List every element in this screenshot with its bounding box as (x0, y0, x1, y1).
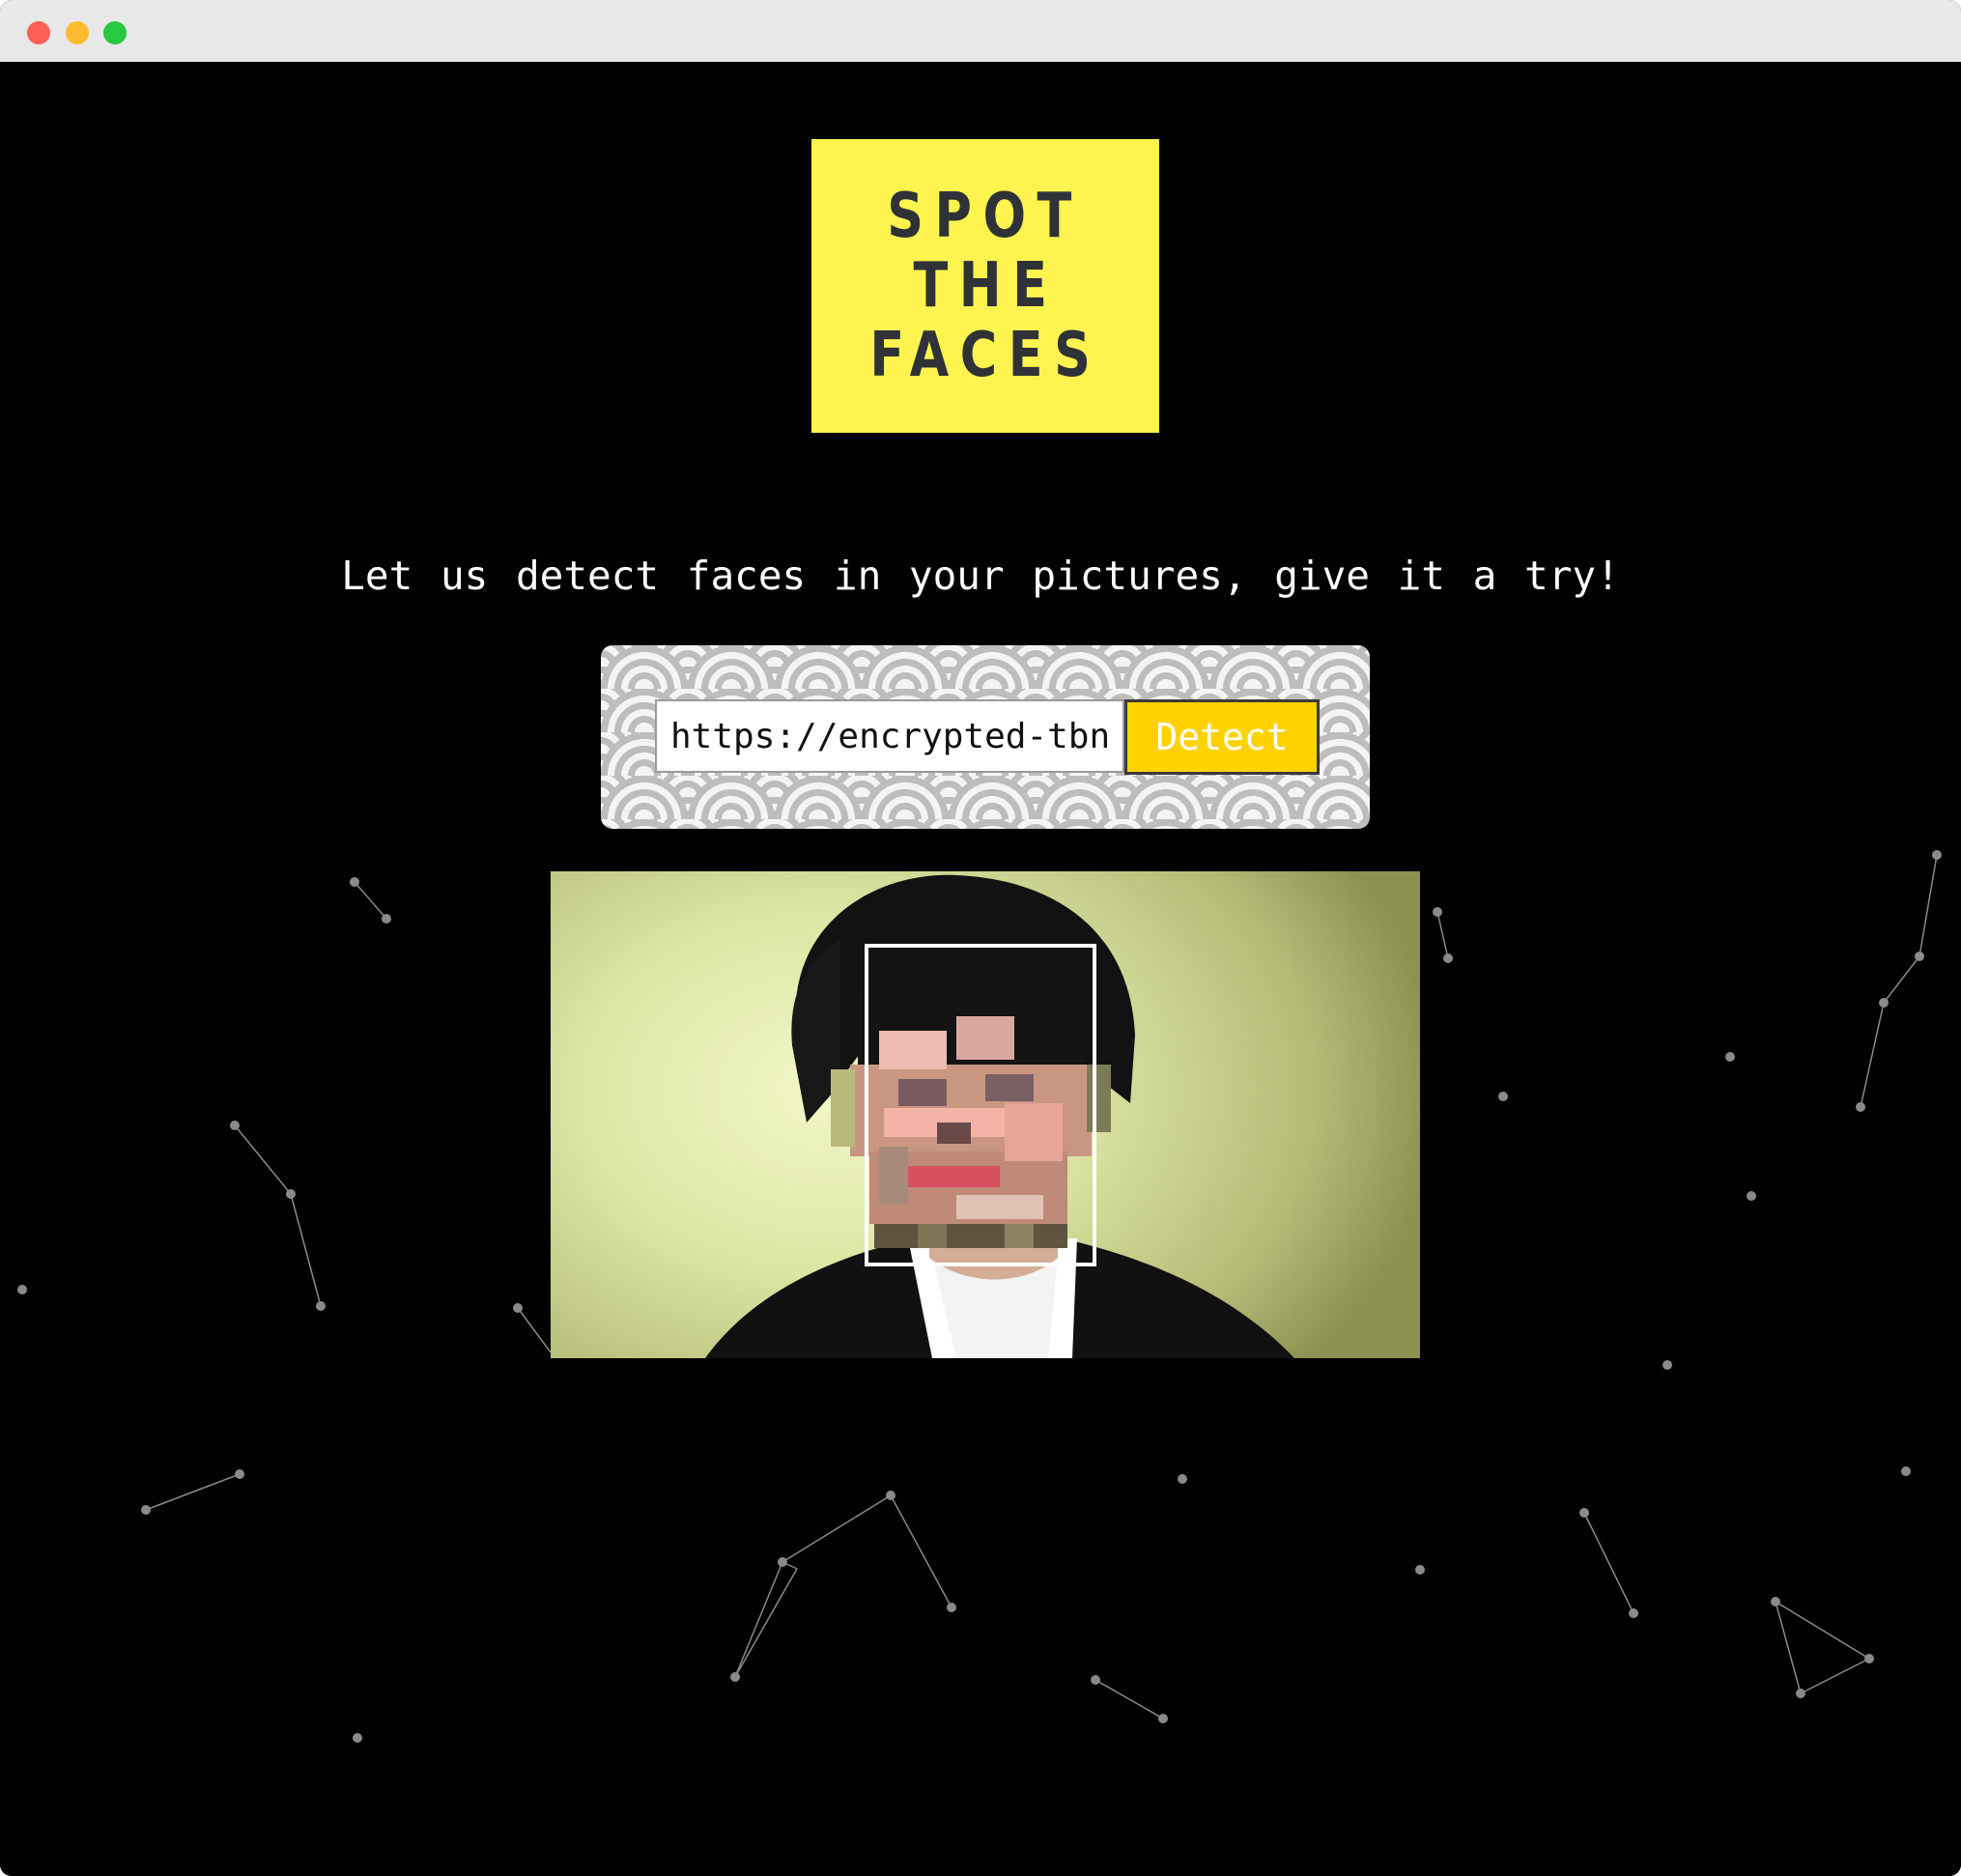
detect-form: Detect (601, 645, 1370, 829)
constellation-line (1436, 911, 1449, 959)
constellation-line (1583, 1512, 1634, 1614)
maximize-window-button[interactable] (103, 21, 127, 44)
star-dot (1091, 1675, 1100, 1685)
logo-line-1: SPOT (887, 181, 1084, 252)
constellation-line (354, 881, 387, 920)
star-dot (1579, 1508, 1589, 1518)
star-dot (1498, 1092, 1508, 1101)
star-dot (947, 1603, 956, 1612)
star-dot (1415, 1565, 1425, 1575)
star-dot (1864, 1654, 1874, 1663)
logo-line-3: FACES (868, 320, 1102, 391)
image-url-input[interactable] (655, 699, 1124, 773)
constellation-line (1094, 1679, 1164, 1720)
site-logo: SPOT THE FACES (811, 139, 1159, 433)
star-dot (1901, 1466, 1911, 1476)
constellation-line (1918, 854, 1938, 957)
logo-line-2: THE (912, 250, 1059, 322)
star-dot (1433, 907, 1442, 917)
tagline: Let us detect faces in your pictures, gi… (341, 553, 1620, 599)
close-window-button[interactable] (27, 21, 50, 44)
browser-window: SPOT THE FACES Let us detect faces in yo… (0, 0, 1961, 1876)
detected-face-box (865, 944, 1096, 1266)
star-dot (1747, 1191, 1756, 1201)
star-dot (778, 1557, 787, 1567)
star-dot (141, 1505, 151, 1515)
minimize-window-button[interactable] (66, 21, 89, 44)
constellation-line (1775, 1601, 1870, 1660)
star-dot (1178, 1474, 1187, 1484)
constellation-line (234, 1124, 292, 1195)
star-dot (1879, 998, 1889, 1008)
star-dot (1932, 850, 1942, 860)
constellation-line (890, 1494, 952, 1608)
constellation-line (517, 1307, 552, 1353)
star-dot (1629, 1608, 1638, 1618)
constellation-line (1800, 1658, 1870, 1694)
constellation-line (782, 1494, 892, 1563)
star-dot (382, 914, 391, 924)
result-image (551, 871, 1420, 1358)
star-dot (1443, 953, 1453, 963)
detect-button[interactable]: Detect (1124, 699, 1320, 775)
star-dot (1771, 1597, 1780, 1606)
star-dot (316, 1301, 326, 1311)
star-dot (730, 1672, 740, 1682)
constellation-line (1883, 955, 1920, 1004)
constellation-line (734, 1568, 798, 1678)
star-dot (353, 1733, 362, 1743)
constellation-line (734, 1561, 783, 1678)
star-dot (286, 1189, 296, 1199)
constellation-line (1860, 1002, 1885, 1108)
star-dot (17, 1285, 27, 1294)
star-dot (230, 1121, 240, 1130)
star-dot (1725, 1052, 1735, 1062)
star-dot (350, 877, 359, 887)
window-titlebar (0, 0, 1961, 63)
star-dot (235, 1469, 244, 1479)
star-dot (1796, 1689, 1805, 1698)
star-dot (513, 1303, 523, 1313)
constellation-line (290, 1193, 322, 1307)
star-dot (886, 1491, 895, 1500)
star-dot (1158, 1714, 1168, 1723)
constellation-line (145, 1473, 241, 1511)
page-content: SPOT THE FACES Let us detect faces in yo… (0, 62, 1961, 1876)
star-dot (1663, 1360, 1672, 1370)
star-dot (1915, 952, 1924, 961)
star-dot (1856, 1102, 1865, 1112)
